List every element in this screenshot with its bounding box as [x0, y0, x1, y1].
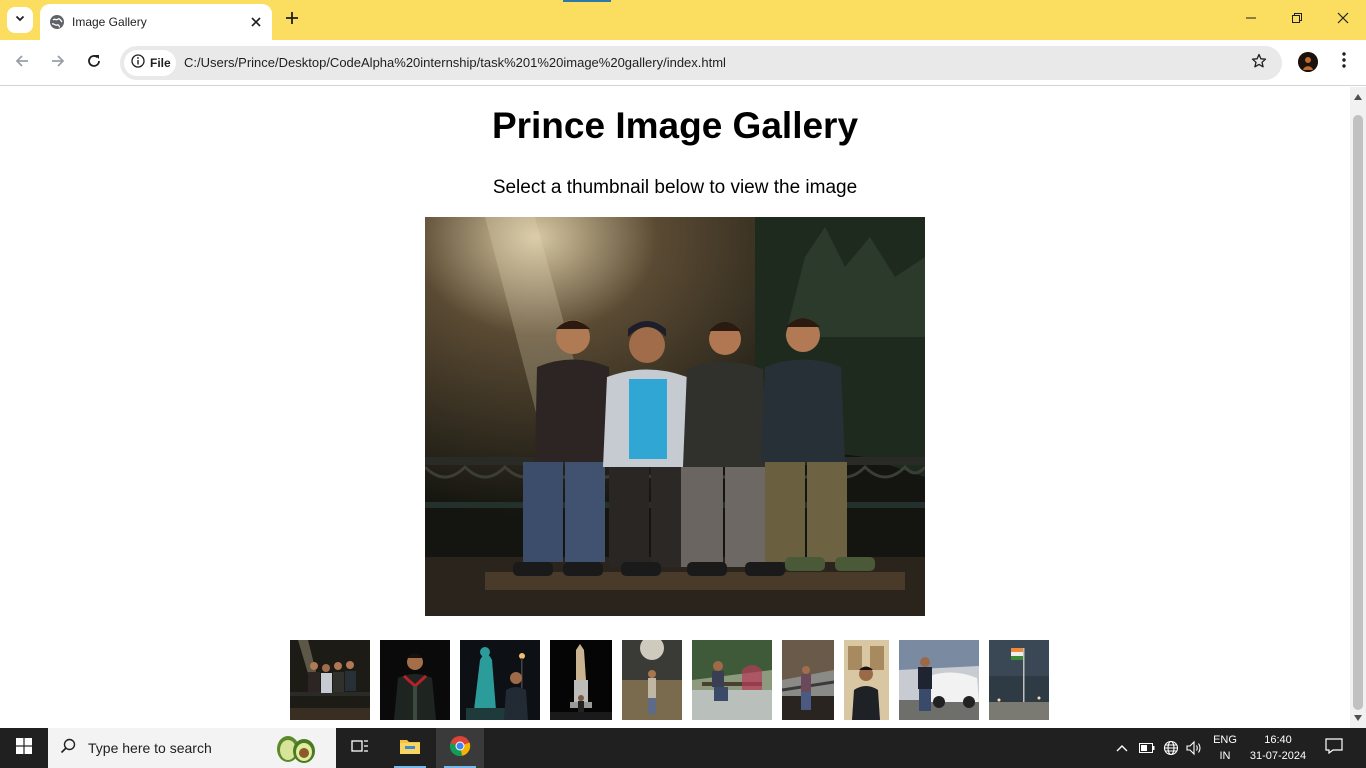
- close-icon: [1337, 11, 1349, 29]
- avocado-search-highlight-icon: [272, 732, 320, 764]
- browser-toolbar: File C:/Users/Prince/Desktop/CodeAlpha%2…: [0, 40, 1366, 86]
- thumbnail-4[interactable]: [550, 640, 612, 720]
- taskbar-search-box[interactable]: Type here to search: [48, 728, 336, 768]
- file-explorer-button[interactable]: [386, 728, 434, 768]
- windows-taskbar: Type here to search ENG IN 16:40 31-07-2…: [0, 728, 1366, 768]
- language-code: ENG: [1213, 734, 1237, 746]
- thumbnail-1[interactable]: [290, 640, 370, 720]
- start-button[interactable]: [0, 728, 48, 768]
- chevron-up-icon: [1116, 739, 1128, 757]
- thumbnail-6[interactable]: [692, 640, 772, 720]
- folder-icon: [399, 737, 421, 760]
- clock-date: 31-07-2024: [1249, 750, 1307, 762]
- taskbar-clock[interactable]: 16:40 31-07-2024: [1246, 732, 1310, 764]
- tab-search-button[interactable]: [7, 7, 33, 33]
- chrome-icon: [449, 735, 471, 762]
- url-text[interactable]: C:/Users/Prince/Desktop/CodeAlpha%20inte…: [184, 55, 726, 70]
- show-hidden-icons-button[interactable]: [1112, 738, 1132, 758]
- close-tab-icon[interactable]: [246, 12, 266, 32]
- restore-button[interactable]: [1274, 0, 1320, 40]
- notifications-button[interactable]: [1322, 736, 1346, 760]
- scrollbar-thumb[interactable]: [1353, 115, 1363, 710]
- plus-icon: [285, 11, 299, 30]
- windows-logo-icon: [16, 737, 32, 759]
- profile-avatar[interactable]: [1298, 52, 1318, 72]
- input-language-indicator[interactable]: ENG IN: [1206, 732, 1244, 764]
- network-globe-icon[interactable]: [1161, 738, 1181, 758]
- window-drag-indicator: [563, 0, 611, 2]
- main-gallery-image: [425, 217, 925, 616]
- tab-image-gallery[interactable]: Image Gallery: [40, 4, 272, 40]
- arrow-right-icon: [50, 53, 66, 74]
- close-window-button[interactable]: [1320, 0, 1366, 40]
- notification-icon: [1325, 737, 1343, 759]
- thumbnail-7[interactable]: [782, 640, 834, 720]
- site-chip-label: File: [150, 56, 171, 70]
- page-viewport: Prince Image Gallery Select a thumbnail …: [0, 87, 1350, 728]
- search-placeholder: Type here to search: [88, 740, 212, 756]
- thumbnail-10[interactable]: [989, 640, 1049, 720]
- thumbnail-2[interactable]: [380, 640, 450, 720]
- arrow-left-icon: [14, 53, 30, 74]
- reload-button[interactable]: [80, 49, 108, 77]
- thumbnail-3[interactable]: [460, 640, 540, 720]
- thumbnail-8[interactable]: [844, 640, 889, 720]
- restore-icon: [1291, 11, 1303, 29]
- thumbnail-5[interactable]: [622, 640, 682, 720]
- globe-icon: [49, 14, 65, 30]
- browser-menu-button[interactable]: [1332, 50, 1356, 74]
- search-icon: [60, 738, 76, 759]
- star-icon: [1251, 53, 1267, 74]
- info-icon: [131, 53, 145, 73]
- back-button[interactable]: [8, 49, 36, 77]
- scroll-down-arrow-icon[interactable]: [1350, 710, 1366, 726]
- scroll-up-arrow-icon[interactable]: [1350, 89, 1366, 105]
- page-title: Prince Image Gallery: [491, 105, 859, 146]
- address-bar[interactable]: File C:/Users/Prince/Desktop/CodeAlpha%2…: [120, 46, 1282, 80]
- task-view-button[interactable]: [336, 728, 384, 768]
- bookmark-button[interactable]: [1248, 52, 1270, 74]
- minimize-icon: [1245, 11, 1257, 29]
- page-scrollbar[interactable]: [1350, 87, 1366, 728]
- site-info-chip[interactable]: File: [124, 50, 176, 76]
- tab-title: Image Gallery: [72, 15, 147, 29]
- clock-time: 16:40: [1264, 734, 1292, 746]
- minimize-button[interactable]: [1228, 0, 1274, 40]
- battery-icon[interactable]: [1137, 738, 1157, 758]
- chrome-taskbar-button[interactable]: [436, 728, 484, 768]
- forward-button[interactable]: [44, 49, 72, 77]
- reload-icon: [86, 53, 102, 74]
- chevron-down-icon: [14, 11, 26, 29]
- new-tab-button[interactable]: [280, 8, 304, 32]
- task-view-icon: [351, 738, 369, 759]
- volume-icon[interactable]: [1184, 738, 1204, 758]
- browser-title-bar: Image Gallery: [0, 0, 1366, 40]
- region-code: IN: [1219, 750, 1231, 762]
- page-subtitle: Select a thumbnail below to view the ima…: [492, 177, 858, 198]
- kebab-menu-icon: [1342, 51, 1346, 73]
- thumbnail-9[interactable]: [899, 640, 979, 720]
